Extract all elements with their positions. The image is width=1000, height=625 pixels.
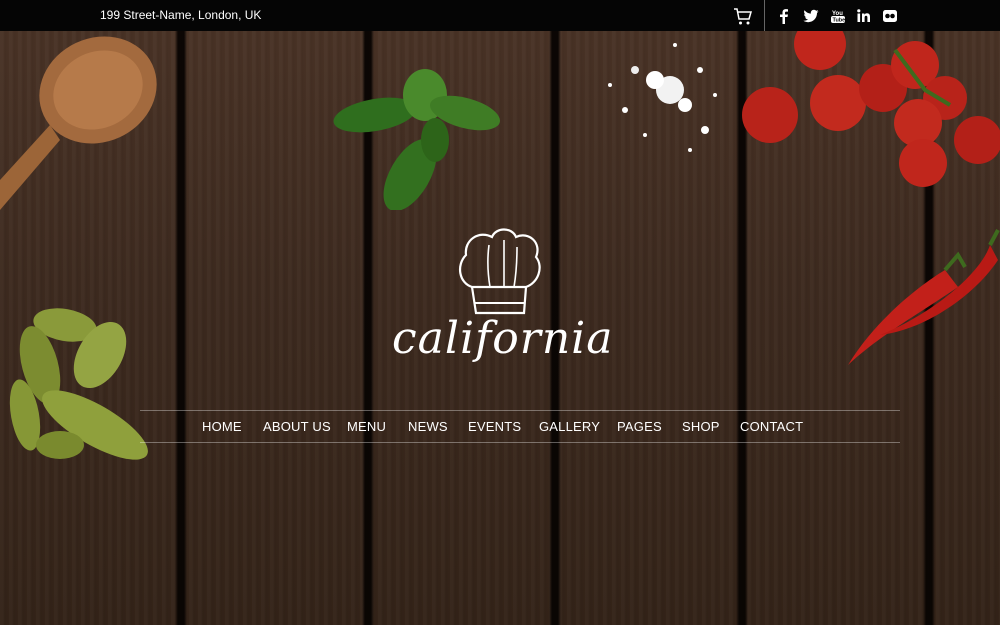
nav-item-home[interactable]: HOME	[202, 419, 242, 434]
basil-leaves-image	[333, 69, 500, 210]
linkedin-icon[interactable]	[855, 7, 873, 25]
brand-logo[interactable]: california	[392, 225, 612, 375]
top-bar: 199 Street-Name, London, UK You Tube	[0, 0, 1000, 31]
nav-bottom-divider	[140, 442, 900, 443]
topbar-divider	[764, 0, 765, 31]
cart-icon[interactable]	[733, 6, 753, 26]
chili-peppers-image	[848, 229, 1000, 365]
main-nav: HOME ABOUT US MENU NEWS EVENTS GALLERY P…	[190, 411, 810, 441]
facebook-icon[interactable]	[775, 7, 793, 25]
twitter-icon[interactable]	[802, 7, 820, 25]
address-text: 199 Street-Name, London, UK	[100, 8, 262, 22]
svg-text:Tube: Tube	[833, 18, 846, 24]
bay-leaves-image	[9, 308, 148, 460]
chef-hat-icon	[458, 228, 541, 315]
nav-item-shop[interactable]: SHOP	[682, 419, 720, 434]
cherry-tomatoes-image	[742, 30, 1000, 187]
flickr-icon[interactable]	[881, 7, 899, 25]
wooden-spoon-image	[0, 36, 157, 210]
nav-item-gallery[interactable]: GALLERY	[539, 419, 600, 434]
nav-item-events[interactable]: EVENTS	[468, 419, 521, 434]
nav-item-pages[interactable]: PAGES	[617, 419, 662, 434]
nav-item-menu[interactable]: MENU	[347, 419, 386, 434]
nav-item-about-us[interactable]: ABOUT US	[263, 419, 331, 434]
page: 199 Street-Name, London, UK You Tube cal…	[0, 0, 1000, 625]
nav-item-contact[interactable]: CONTACT	[740, 419, 803, 434]
brand-name: california	[392, 313, 614, 364]
youtube-icon[interactable]: You Tube	[829, 7, 847, 25]
nav-item-news[interactable]: NEWS	[408, 419, 448, 434]
flour-splash-image	[608, 43, 717, 152]
